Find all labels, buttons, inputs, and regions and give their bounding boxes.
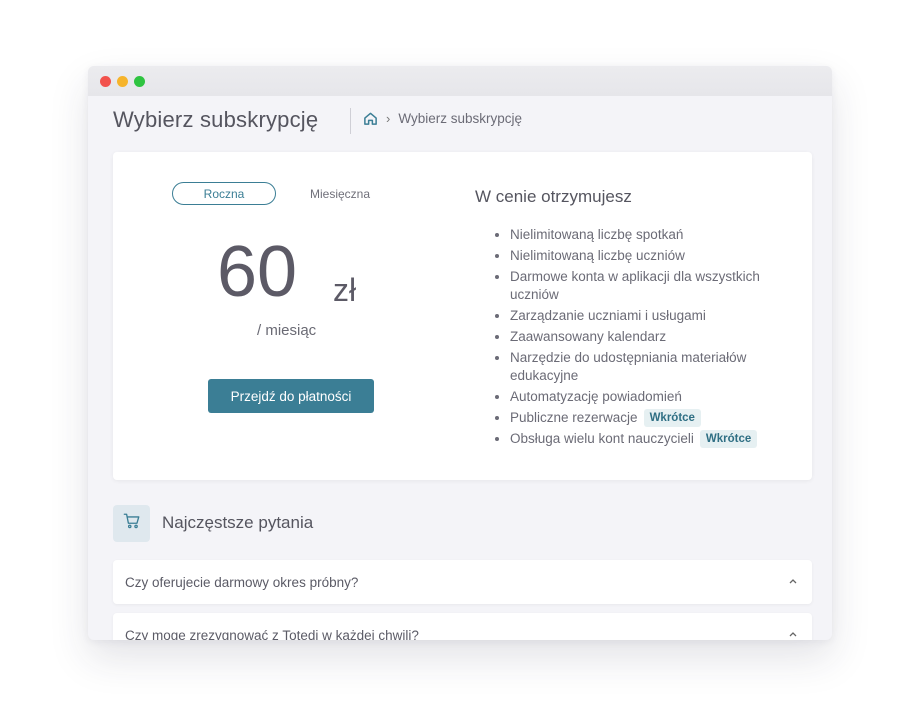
title-divider — [350, 108, 351, 134]
feature-item: Nielimitowaną liczbę spotkań — [510, 226, 810, 244]
feature-item: Automatyzację powiadomień — [510, 388, 810, 406]
price-period: / miesiąc — [257, 322, 317, 339]
features-heading: W cenie otrzymujesz — [475, 187, 632, 206]
feature-item: Publiczne rezerwacjeWkrótce — [510, 409, 810, 427]
tab-yearly[interactable]: Roczna — [172, 182, 276, 205]
faq-question: Czy mogę zrezygnować z Totedi w każdej c… — [125, 627, 419, 641]
faq-item[interactable]: Czy oferujecie darmowy okres próbny? — [113, 560, 812, 604]
close-window-button[interactable] — [100, 76, 111, 87]
faq-question: Czy oferujecie darmowy okres próbny? — [125, 574, 359, 590]
breadcrumb: › Wybierz subskrypcję — [363, 111, 522, 126]
maximize-window-button[interactable] — [134, 76, 145, 87]
app-window: Wybierz subskrypcję › Wybierz subskrypcj… — [88, 66, 832, 640]
chevron-up-icon[interactable] — [788, 577, 798, 585]
breadcrumb-current: Wybierz subskrypcję — [398, 111, 523, 126]
faq-icon-box — [113, 505, 150, 542]
cart-icon — [123, 512, 141, 535]
feature-item: Nielimitowaną liczbę uczniów — [510, 247, 810, 265]
faq-item[interactable]: Czy mogę zrezygnować z Totedi w każdej c… — [113, 613, 812, 640]
price-amount: 60 — [217, 232, 298, 312]
window-titlebar — [88, 66, 832, 96]
home-icon[interactable] — [363, 111, 378, 126]
checkout-button[interactable]: Przejdź do płatności — [208, 379, 374, 413]
feature-item: Narzędzie do udostępniania materiałów ed… — [510, 349, 810, 385]
breadcrumb-separator: › — [386, 111, 391, 126]
tab-monthly[interactable]: Miesięczna — [310, 187, 370, 201]
coming-soon-badge: Wkrótce — [699, 430, 758, 448]
feature-item: Darmowe konta w aplikacji dla wszystkich… — [510, 268, 810, 304]
page-title: Wybierz subskrypcję — [113, 107, 319, 132]
faq-title: Najczęstsze pytania — [162, 513, 314, 532]
subscription-card: Roczna Miesięczna 60 zł / miesiąc Przejd… — [113, 152, 812, 480]
chevron-up-icon[interactable] — [788, 630, 798, 638]
feature-item: Zaawansowany kalendarz — [510, 328, 810, 346]
price-currency: zł — [333, 272, 357, 308]
feature-item: Zarządzanie uczniami i usługami — [510, 307, 810, 325]
minimize-window-button[interactable] — [117, 76, 128, 87]
coming-soon-badge: Wkrótce — [643, 409, 701, 427]
feature-item: Obsługa wielu kont nauczycieliWkrótce — [510, 430, 810, 448]
features-list: Nielimitowaną liczbę spotkań Nielimitowa… — [492, 226, 810, 451]
